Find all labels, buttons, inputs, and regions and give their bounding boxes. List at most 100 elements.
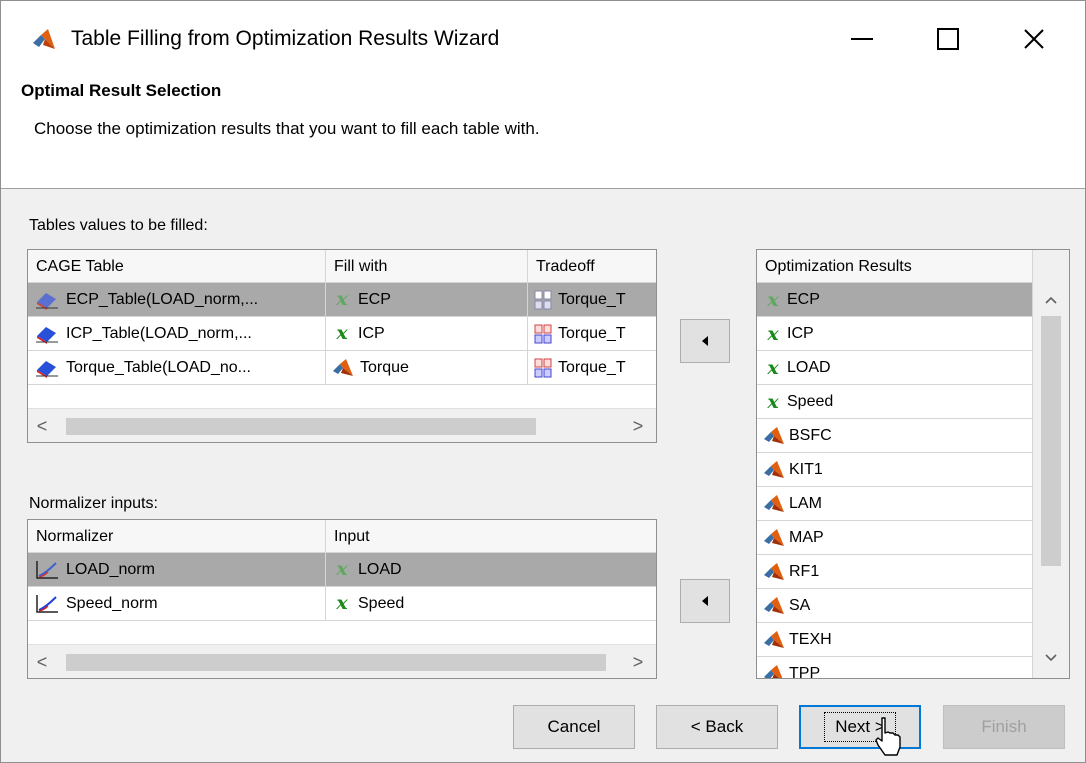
input-value: LOAD [358,561,402,578]
list-item[interactable]: x LOAD [757,351,1033,385]
tradeoff-value: Torque_T [558,359,626,376]
scroll-down-arrow-icon[interactable] [1041,648,1061,668]
x-variable-icon: x [767,288,779,311]
minimize-icon [851,38,873,40]
scrollbar-thumb[interactable] [66,654,606,671]
close-icon [1024,29,1044,49]
list-item[interactable]: x ECP [757,283,1033,317]
list-item-label: MAP [789,528,824,546]
scrollbar-thumb[interactable] [1041,316,1061,566]
table-row[interactable]: ECP_Table(LOAD_norm,... x ECP Torque_T [28,283,656,317]
matlab-model-icon [764,596,784,614]
page-title: Optimal Result Selection [21,81,222,100]
list-item[interactable]: SA [757,589,1033,623]
scrollbar-thumb[interactable] [66,418,536,435]
table-name: ECP_Table(LOAD_norm,... [66,291,259,308]
matlab-model-icon [764,460,784,478]
assign-normalizer-input-button[interactable] [680,579,730,623]
maximize-button[interactable] [905,9,991,69]
scroll-up-arrow-icon[interactable] [1041,290,1061,310]
list-item-label: ECP [787,290,820,308]
finish-button[interactable]: Finish [943,705,1065,749]
scroll-right-arrow-icon[interactable]: > [628,651,648,673]
list-item[interactable]: x Speed [757,385,1033,419]
x-variable-icon: x [336,592,348,614]
normalizer-grid[interactable]: Normalizer Input LOAD_norm x LOAD Speed_… [27,519,657,679]
list-item-label: KIT1 [789,460,823,478]
scroll-left-arrow-icon[interactable]: < [32,415,52,437]
table-name: Torque_Table(LOAD_no... [66,359,251,376]
scroll-left-arrow-icon[interactable]: < [32,651,52,673]
tradeoff-icon [534,290,552,309]
normalizer-name: LOAD_norm [66,561,155,578]
arrow-left-icon [702,596,708,606]
column-header-normalizer[interactable]: Normalizer [28,520,326,553]
list-item-label: ICP [787,324,814,342]
back-button[interactable]: < Back [656,705,778,749]
column-header-tradeoff[interactable]: Tradeoff [528,250,656,283]
normalizer-curve-icon [36,560,58,579]
list-item[interactable]: x ICP [757,317,1033,351]
list-item-label: LOAD [787,358,831,376]
column-header-cage-table[interactable]: CAGE Table [28,250,326,283]
tradeoff-icon [534,324,552,343]
matlab-model-icon [333,358,353,376]
table-row[interactable]: Torque_Table(LOAD_no... Torque Torque_T [28,351,656,385]
fill-value: ICP [358,325,385,342]
minimize-button[interactable] [819,9,905,69]
matlab-model-icon [764,528,784,546]
tables-section-label: Tables values to be filled: [29,217,208,234]
list-item-label: LAM [789,494,822,512]
cage-table-icon [36,326,58,344]
wizard-window: Table Filling from Optimization Results … [0,0,1086,763]
tables-horizontal-scrollbar[interactable]: < > [28,408,656,442]
maximize-icon [937,28,959,50]
fill-value: ECP [358,291,391,308]
list-item-label: BSFC [789,426,832,444]
close-button[interactable] [991,9,1077,69]
table-row[interactable]: LOAD_norm x LOAD [28,553,656,587]
scroll-right-arrow-icon[interactable]: > [628,415,648,437]
optimization-results-list[interactable]: Optimization Results x ECP x ICP x LOAD … [756,249,1070,679]
list-item[interactable]: TEXH [757,623,1033,657]
normalizer-horizontal-scrollbar[interactable]: < > [28,644,656,678]
table-row[interactable]: Speed_norm x Speed [28,587,656,621]
list-item[interactable]: BSFC [757,419,1033,453]
x-variable-icon: x [336,288,348,310]
mouse-cursor-icon [875,717,901,756]
tables-grid[interactable]: CAGE Table Fill with Tradeoff ECP_Table(… [27,249,657,443]
list-item[interactable]: RF1 [757,555,1033,589]
window-title: Table Filling from Optimization Results … [71,27,500,50]
list-item[interactable]: LAM [757,487,1033,521]
table-row[interactable]: ICP_Table(LOAD_norm,... x ICP Torque_T [28,317,656,351]
arrow-left-icon [702,336,708,346]
tables-grid-header: CAGE Table Fill with Tradeoff [28,250,656,283]
list-item-label: TEXH [789,630,832,648]
matlab-model-icon [764,494,784,512]
cancel-button[interactable]: Cancel [513,705,635,749]
assign-table-fill-button[interactable] [680,319,730,363]
matlab-logo-icon [33,29,55,49]
tradeoff-value: Torque_T [558,291,626,308]
column-header-fill-with[interactable]: Fill with [326,250,528,283]
input-value: Speed [358,595,405,612]
cage-table-icon [36,360,58,378]
optimization-results-header: Optimization Results [757,250,1033,283]
list-item[interactable]: KIT1 [757,453,1033,487]
normalizer-curve-icon [36,594,58,613]
x-variable-icon: x [767,356,779,379]
x-variable-icon: x [336,322,348,344]
list-item[interactable]: TPP [757,657,1033,678]
column-header-input[interactable]: Input [326,520,656,553]
page-description: Choose the optimization results that you… [34,119,540,138]
matlab-model-icon [764,426,784,444]
list-item[interactable]: MAP [757,521,1033,555]
list-item-label: RF1 [789,562,820,580]
normalizer-section-label: Normalizer inputs: [29,495,158,512]
x-variable-icon: x [336,558,348,580]
list-item-label: SA [789,596,811,614]
x-variable-icon: x [767,322,779,345]
list-item-label: Speed [787,392,834,410]
matlab-model-icon [764,630,784,648]
optimization-results-vertical-scrollbar[interactable] [1033,250,1069,678]
